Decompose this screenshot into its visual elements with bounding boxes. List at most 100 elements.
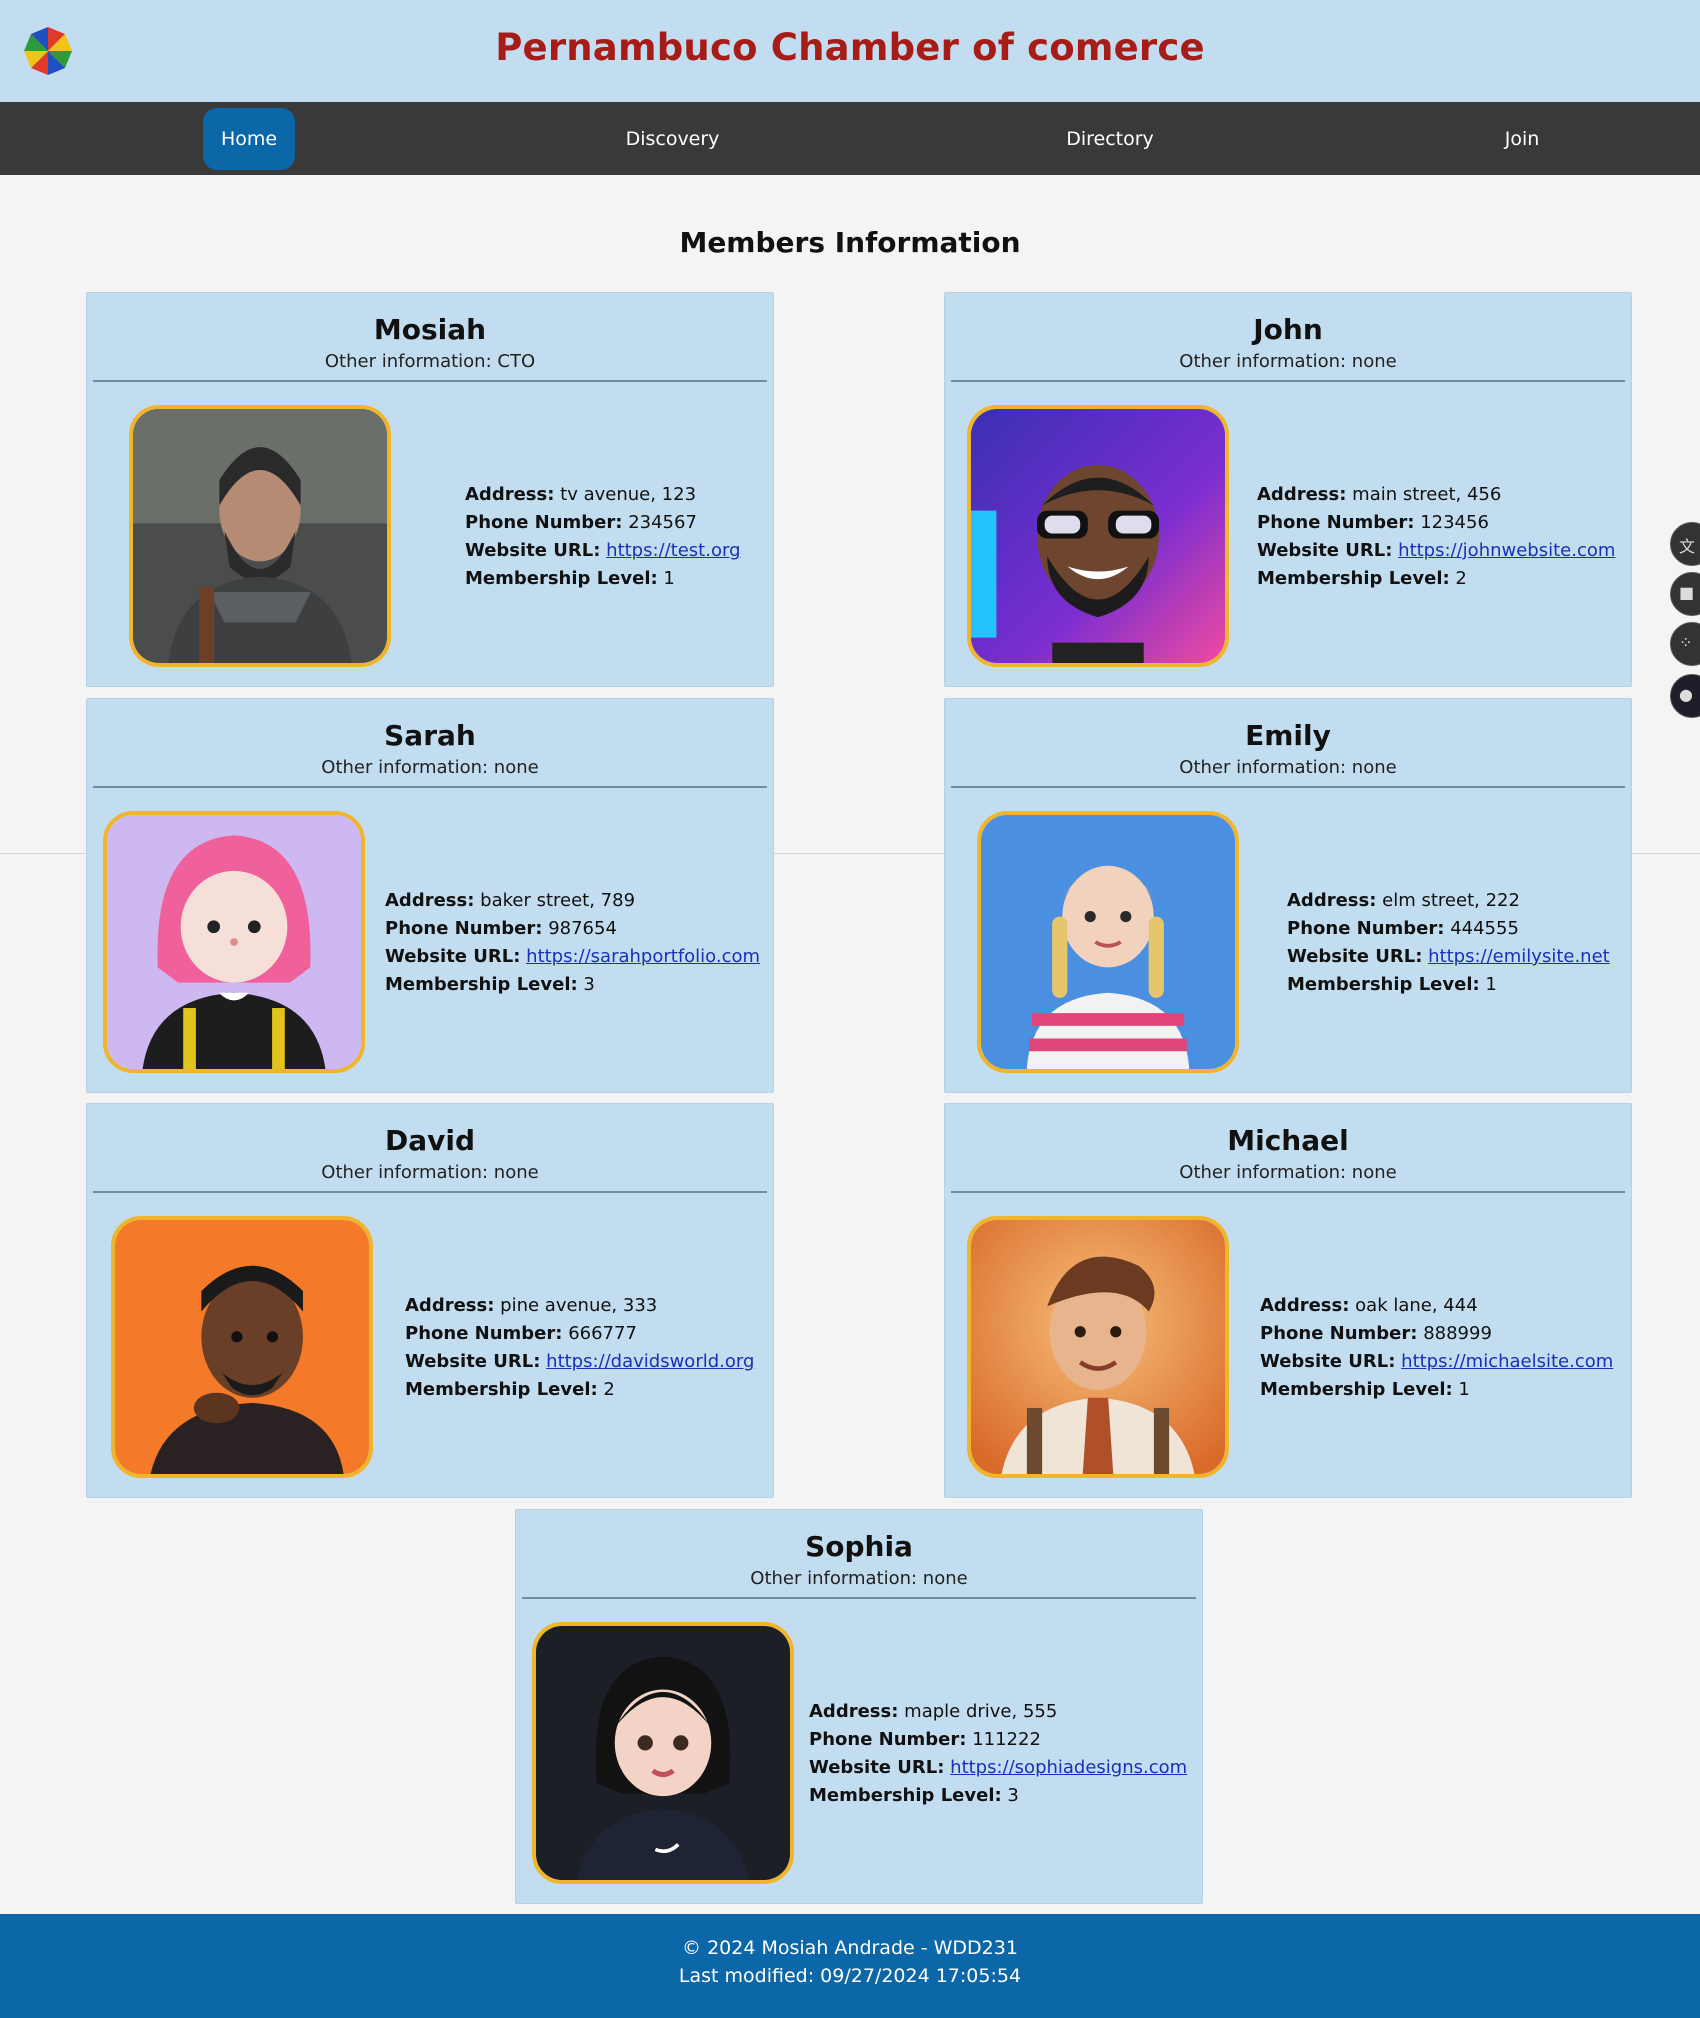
nav-directory[interactable]: Directory — [1050, 108, 1170, 170]
address-label: Address: — [1287, 890, 1377, 911]
bearded-man-glasses-avatar — [967, 405, 1229, 667]
site-title: Pernambuco Chamber of comerce — [495, 26, 1205, 69]
site-header: Pernambuco Chamber of comerce — [0, 0, 1700, 102]
member-name: Sophia — [805, 1530, 913, 1563]
card-divider — [522, 1597, 1196, 1599]
phone-value: 123456 — [1420, 512, 1489, 533]
page-title: Members Information — [679, 226, 1021, 259]
website-label: Website URL: — [1260, 1351, 1396, 1372]
level-value: 3 — [1007, 1785, 1019, 1806]
level-label: Membership Level: — [1287, 974, 1480, 995]
card-divider — [93, 380, 767, 382]
phone-label: Phone Number: — [385, 918, 543, 939]
member-details: Address: maple drive, 555 Phone Number: … — [809, 1698, 1187, 1810]
member-name: Emily — [1245, 719, 1331, 752]
member-other-info: Other information: none — [750, 1568, 968, 1589]
address-label: Address: — [465, 484, 555, 505]
address-value: main street, 456 — [1352, 484, 1502, 505]
nav-home[interactable]: Home — [203, 108, 295, 170]
website-label: Website URL: — [1287, 946, 1423, 967]
website-label: Website URL: — [385, 946, 521, 967]
website-link[interactable]: https://michaelsite.com — [1401, 1351, 1613, 1372]
website-label: Website URL: — [809, 1757, 945, 1778]
website-link[interactable]: https://emilysite.net — [1428, 946, 1610, 967]
nav-join[interactable]: Join — [1490, 108, 1554, 170]
member-other-info: Other information: none — [1179, 351, 1397, 372]
member-other-info: Other information: CTO — [324, 351, 536, 372]
level-label: Membership Level: — [1260, 1379, 1453, 1400]
member-name: John — [1253, 313, 1323, 346]
smiling-man-tie-avatar — [967, 1216, 1229, 1478]
phone-value: 234567 — [628, 512, 697, 533]
pink-hair-girl-avatar — [103, 811, 365, 1073]
address-value: oak lane, 444 — [1355, 1295, 1478, 1316]
level-label: Membership Level: — [405, 1379, 598, 1400]
address-label: Address: — [809, 1701, 899, 1722]
address-value: baker street, 789 — [480, 890, 636, 911]
address-value: maple drive, 555 — [904, 1701, 1058, 1722]
website-link[interactable]: https://sophiadesigns.com — [950, 1757, 1187, 1778]
phone-value: 444555 — [1450, 918, 1519, 939]
member-card: Sophia Other information: none Address: … — [515, 1509, 1203, 1904]
member-card: Sarah Other information: none Address: b… — [86, 698, 774, 1093]
website-link[interactable]: https://sarahportfolio.com — [526, 946, 760, 967]
member-details: Address: pine avenue, 333 Phone Number: … — [405, 1292, 754, 1404]
level-value: 3 — [583, 974, 595, 995]
website-link[interactable]: https://test.org — [606, 540, 740, 561]
member-name: Sarah — [384, 719, 476, 752]
nav-discovery[interactable]: Discovery — [610, 108, 735, 170]
level-value: 1 — [1485, 974, 1497, 995]
address-value: pine avenue, 333 — [500, 1295, 658, 1316]
card-divider — [951, 786, 1625, 788]
site-footer: © 2024 Mosiah Andrade - WDD231 Last modi… — [0, 1914, 1700, 2018]
website-label: Website URL: — [1257, 540, 1393, 561]
member-card: John Other information: none Address: ma… — [944, 292, 1632, 687]
member-details: Address: main street, 456 Phone Number: … — [1257, 481, 1615, 593]
card-divider — [93, 786, 767, 788]
footer-last-modified: Last modified: 09/27/2024 17:05:54 — [678, 1965, 1022, 1987]
address-label: Address: — [385, 890, 475, 911]
phone-label: Phone Number: — [1287, 918, 1445, 939]
member-other-info: Other information: none — [321, 757, 539, 778]
phone-value: 666777 — [568, 1323, 637, 1344]
address-value: tv avenue, 123 — [560, 484, 697, 505]
dark-hair-girl-avatar — [532, 1622, 794, 1884]
website-link[interactable]: https://johnwebsite.com — [1398, 540, 1615, 561]
level-label: Membership Level: — [465, 568, 658, 589]
address-label: Address: — [1260, 1295, 1350, 1316]
member-details: Address: elm street, 222 Phone Number: 4… — [1287, 887, 1610, 999]
armored-warrior-avatar — [129, 405, 391, 667]
phone-label: Phone Number: — [1257, 512, 1415, 533]
apps-icon[interactable]: ⁘ — [1670, 622, 1700, 666]
translate-icon[interactable]: 文 — [1670, 522, 1700, 566]
website-label: Website URL: — [405, 1351, 541, 1372]
assistant-icon[interactable]: ● — [1670, 674, 1700, 718]
address-label: Address: — [405, 1295, 495, 1316]
member-name: David — [384, 1124, 476, 1157]
gift-icon[interactable]: ■ — [1670, 572, 1700, 616]
phone-label: Phone Number: — [1260, 1323, 1418, 1344]
main-nav: Home Discovery Directory Join — [0, 102, 1700, 175]
level-label: Membership Level: — [1257, 568, 1450, 589]
level-label: Membership Level: — [809, 1785, 1002, 1806]
address-value: elm street, 222 — [1382, 890, 1520, 911]
member-name: Mosiah — [373, 313, 487, 346]
member-other-info: Other information: none — [1179, 1162, 1397, 1183]
phone-label: Phone Number: — [405, 1323, 563, 1344]
footer-copyright: © 2024 Mosiah Andrade - WDD231 — [682, 1937, 1018, 1959]
member-details: Address: oak lane, 444 Phone Number: 888… — [1260, 1292, 1613, 1404]
member-card: Emily Other information: none Address: e… — [944, 698, 1632, 1093]
level-value: 1 — [1458, 1379, 1470, 1400]
phone-value: 987654 — [548, 918, 617, 939]
website-link[interactable]: https://davidsworld.org — [546, 1351, 754, 1372]
member-details: Address: baker street, 789 Phone Number:… — [385, 887, 760, 999]
member-name: Michael — [1227, 1124, 1349, 1157]
phone-value: 888999 — [1423, 1323, 1492, 1344]
member-other-info: Other information: none — [321, 1162, 539, 1183]
phone-value: 111222 — [972, 1729, 1041, 1750]
address-label: Address: — [1257, 484, 1347, 505]
website-label: Website URL: — [465, 540, 601, 561]
phone-label: Phone Number: — [465, 512, 623, 533]
member-card: David Other information: none Address: p… — [86, 1103, 774, 1498]
member-details: Address: tv avenue, 123 Phone Number: 23… — [465, 481, 741, 593]
